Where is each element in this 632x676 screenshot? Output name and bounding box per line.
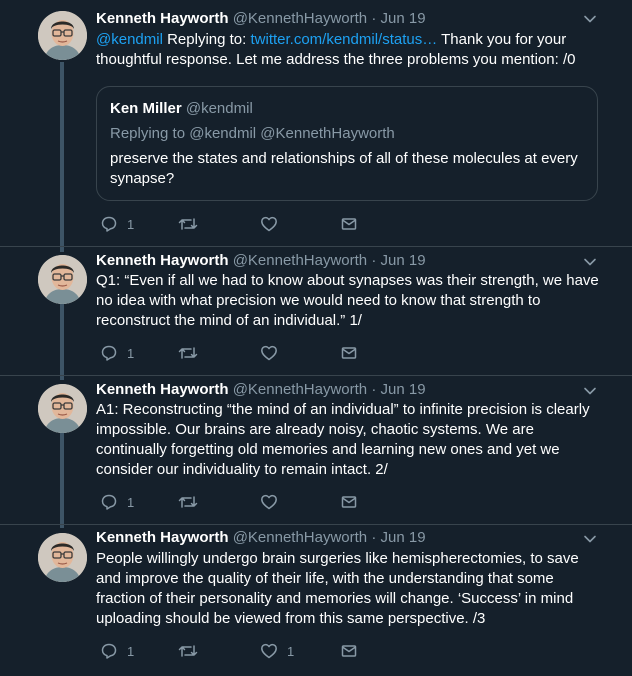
author-handle[interactable]: @KennethHayworth: [233, 529, 367, 546]
direct-message-button[interactable]: [340, 492, 358, 512]
quoted-author-handle: @kendmil: [185, 100, 253, 117]
author-name[interactable]: Kenneth Hayworth: [96, 381, 229, 398]
like-icon: [261, 216, 277, 232]
tweet[interactable]: Kenneth Hayworth @KennethHayworth · Jun …: [0, 525, 632, 676]
tweet-header: Kenneth Hayworth @KennethHayworth · Jun …: [96, 528, 426, 548]
retweet-button[interactable]: [178, 343, 207, 363]
tweet-header: Kenneth Hayworth @KennethHayworth · Jun …: [96, 9, 426, 29]
dm-icon: [341, 645, 357, 657]
separator-dot: ·: [371, 529, 377, 546]
author-handle[interactable]: @KennethHayworth: [233, 252, 367, 269]
reply-count: 1: [127, 643, 135, 659]
author-name[interactable]: Kenneth Hayworth: [96, 529, 229, 546]
tweet-text: People willingly undergo brain surgeries…: [96, 550, 579, 627]
author-name[interactable]: Kenneth Hayworth: [96, 10, 229, 27]
replying-label: Replying to:: [167, 31, 247, 48]
reply-count: 1: [127, 345, 135, 361]
like-icon: [261, 494, 277, 510]
tweet-header: Kenneth Hayworth @KennethHayworth · Jun …: [96, 251, 426, 271]
chevron-down-icon[interactable]: [583, 384, 597, 398]
action-bar: 1: [96, 492, 376, 512]
timestamp[interactable]: Jun 19: [381, 252, 426, 269]
chevron-down-icon[interactable]: [583, 255, 597, 269]
separator-dot: ·: [371, 10, 377, 27]
quoted-author-name: Ken Miller: [110, 100, 182, 117]
retweet-icon: [178, 347, 198, 359]
chevron-down-icon[interactable]: [583, 12, 597, 26]
reply-count: 1: [127, 494, 135, 510]
dm-icon: [341, 218, 357, 230]
chevron-down-icon[interactable]: [583, 532, 597, 546]
avatar[interactable]: [38, 384, 87, 433]
action-bar: 1: [96, 214, 376, 234]
direct-message-button[interactable]: [340, 641, 358, 661]
author-handle[interactable]: @KennethHayworth: [233, 10, 367, 27]
like-button[interactable]: [260, 214, 287, 234]
like-button[interactable]: [260, 492, 287, 512]
tweet-text: Q1: “Even if all we had to know about sy…: [96, 272, 599, 329]
status-link[interactable]: twitter.com/kendmil/status…: [250, 31, 437, 48]
reply-button[interactable]: 1: [100, 641, 134, 661]
retweet-icon: [178, 645, 198, 657]
tweet[interactable]: Kenneth Hayworth @KennethHayworth · Jun …: [0, 0, 632, 246]
dm-icon: [341, 496, 357, 508]
reply-button[interactable]: 1: [100, 492, 134, 512]
timestamp[interactable]: Jun 19: [381, 381, 426, 398]
separator-dot: ·: [371, 252, 377, 269]
reply-icon: [101, 345, 117, 361]
reply-button[interactable]: 1: [100, 214, 134, 234]
quoted-tweet[interactable]: Ken Miller @kendmil Replying to @kendmil…: [96, 86, 598, 201]
author-handle[interactable]: @KennethHayworth: [233, 381, 367, 398]
timestamp[interactable]: Jun 19: [381, 529, 426, 546]
reply-icon: [101, 643, 117, 659]
action-bar: 1 1: [96, 641, 376, 661]
avatar[interactable]: [38, 255, 87, 304]
mention-link[interactable]: @kendmil: [96, 31, 163, 48]
reply-count: 1: [127, 216, 135, 232]
retweet-button[interactable]: [178, 492, 207, 512]
author-name[interactable]: Kenneth Hayworth: [96, 252, 229, 269]
quoted-header: Ken Miller @kendmil: [110, 99, 253, 119]
like-count: 1: [287, 643, 295, 659]
retweet-button[interactable]: [178, 641, 207, 661]
retweet-icon: [178, 218, 198, 230]
reply-icon: [101, 494, 117, 510]
like-button[interactable]: 1: [260, 641, 294, 661]
retweet-button[interactable]: [178, 214, 207, 234]
reply-icon: [101, 216, 117, 232]
avatar[interactable]: [38, 11, 87, 60]
tweet[interactable]: Kenneth Hayworth @KennethHayworth · Jun …: [0, 376, 632, 524]
tweet[interactable]: Kenneth Hayworth @KennethHayworth · Jun …: [0, 247, 632, 375]
tweet-text: @kendmil Replying to: twitter.com/kendmi…: [96, 30, 606, 70]
reply-button[interactable]: 1: [100, 343, 134, 363]
tweet-text: A1: Reconstructing “the mind of an indiv…: [96, 401, 590, 478]
direct-message-button[interactable]: [340, 343, 358, 363]
quoted-replying-to: Replying to @kendmil @KennethHayworth: [110, 125, 395, 142]
quoted-text: preserve the states and relationships of…: [110, 150, 578, 187]
timestamp[interactable]: Jun 19: [381, 10, 426, 27]
action-bar: 1: [96, 343, 376, 363]
like-icon: [261, 643, 277, 659]
like-button[interactable]: [260, 343, 287, 363]
separator-dot: ·: [371, 381, 377, 398]
dm-icon: [341, 347, 357, 359]
like-icon: [261, 345, 277, 361]
avatar[interactable]: [38, 533, 87, 582]
tweet-header: Kenneth Hayworth @KennethHayworth · Jun …: [96, 380, 426, 400]
retweet-icon: [178, 496, 198, 508]
direct-message-button[interactable]: [340, 214, 358, 234]
